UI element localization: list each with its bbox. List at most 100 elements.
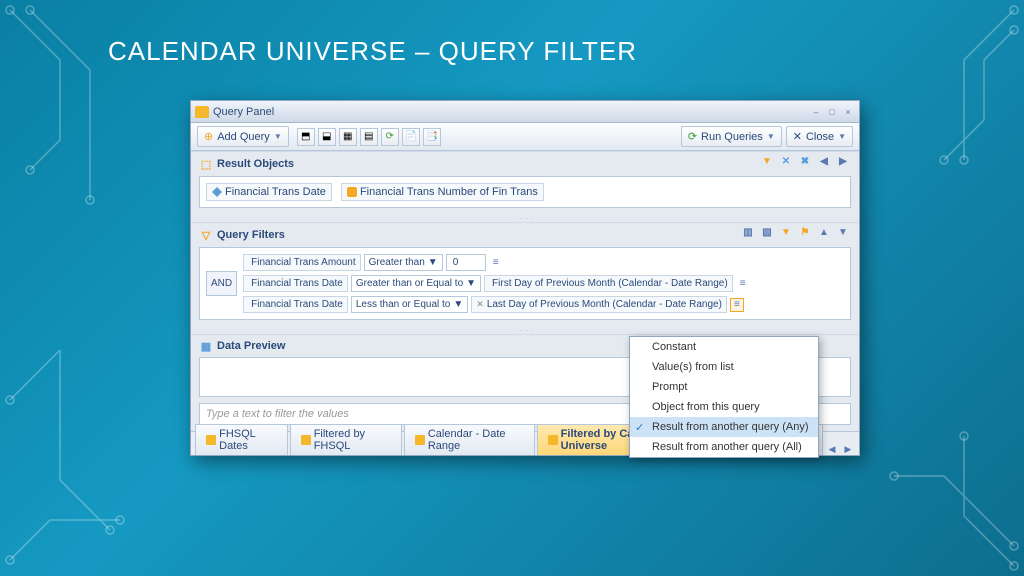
toolbar-icon-6[interactable]: 📄 xyxy=(402,128,420,146)
logical-operator[interactable]: AND xyxy=(206,271,237,296)
result-icon: ⬚ xyxy=(199,157,213,171)
result-object-chip[interactable]: Financial Trans Number of Fin Trans xyxy=(341,183,544,201)
query-panel-window: Query Panel – □ × ⊕ Add Query ▼ ⬒ ⬓ ▦ ▤ … xyxy=(190,100,860,456)
result-objects-label: Result Objects xyxy=(217,158,294,170)
tab-fhsql-dates[interactable]: FHSQL Dates xyxy=(195,424,288,455)
filter-row: Financial Trans Amount Greater than▼ 0 ≡ xyxy=(243,254,844,271)
data-preview-label: Data Preview xyxy=(217,340,285,352)
operand-menu-icon[interactable]: ≡ xyxy=(730,298,744,312)
filter-object-label: Financial Trans Date xyxy=(251,278,343,289)
close-panel-icon: ✕ xyxy=(793,130,802,143)
toolbar-icon-3[interactable]: ▦ xyxy=(339,128,357,146)
tab-icon xyxy=(548,435,558,445)
filter-value-input[interactable]: 0 xyxy=(446,254,486,271)
operand-type-menu: Constant Value(s) from list Prompt Objec… xyxy=(629,336,819,458)
filter-icon[interactable]: ▼ xyxy=(759,156,775,172)
dropdown-arrow-icon: ▼ xyxy=(767,132,775,141)
chip-label: Financial Trans Date xyxy=(225,186,326,198)
tab-calendar-date-range[interactable]: Calendar - Date Range xyxy=(404,424,535,455)
close-label: Close xyxy=(806,131,834,143)
collapse-up-icon[interactable]: ▲ xyxy=(816,227,832,243)
tab-label: Calendar - Date Range xyxy=(428,428,524,452)
query-filters-header: ▽ Query Filters ▥ ▧ ▼ ⚑ ▲ ▼ xyxy=(191,222,859,247)
titlebar: Query Panel – □ × xyxy=(191,101,859,123)
operand-menu-icon[interactable]: ≡ xyxy=(736,277,750,291)
operator-select[interactable]: Less than or Equal to▼ xyxy=(351,296,468,313)
tab-label: FHSQL Dates xyxy=(219,428,276,452)
dropdown-arrow-icon: ▼ xyxy=(453,299,463,310)
toolbar-icon-1[interactable]: ⬒ xyxy=(297,128,315,146)
run-queries-label: Run Queries xyxy=(701,131,763,143)
clear-icon[interactable]: ✕ xyxy=(778,156,794,172)
dropdown-arrow-icon: ▼ xyxy=(838,132,846,141)
dropdown-arrow-icon: ▼ xyxy=(466,278,476,289)
dropdown-arrow-icon: ▼ xyxy=(428,257,438,268)
result-objects-box[interactable]: Financial Trans Date Financial Trans Num… xyxy=(199,176,851,208)
nav-right-icon[interactable]: ▶ xyxy=(835,156,851,172)
filter-value-label: First Day of Previous Month (Calendar - … xyxy=(492,278,728,289)
tab-icon xyxy=(415,435,425,445)
window-controls: – □ × xyxy=(809,105,855,119)
filter-object[interactable]: Financial Trans Amount xyxy=(243,254,361,271)
toolbar-icon-2[interactable]: ⬓ xyxy=(318,128,336,146)
maximize-icon[interactable]: □ xyxy=(825,105,839,119)
menu-item-result-all[interactable]: Result from another query (All) xyxy=(630,437,818,457)
menu-item-result-any[interactable]: Result from another query (Any) xyxy=(630,417,818,437)
tool-icon[interactable]: ⚑ xyxy=(797,227,813,243)
query-filters-label: Query Filters xyxy=(217,229,285,241)
filter-value-result[interactable]: First Day of Previous Month (Calendar - … xyxy=(484,275,733,292)
operator-label: Less than or Equal to xyxy=(356,299,451,310)
operator-select[interactable]: Greater than or Equal to▼ xyxy=(351,275,481,292)
operator-label: Greater than xyxy=(369,257,425,268)
menu-item-values-from-list[interactable]: Value(s) from list xyxy=(630,357,818,377)
refresh-icon: ⟳ xyxy=(688,130,697,143)
toolbar-icon-4[interactable]: ▤ xyxy=(360,128,378,146)
operand-menu-icon[interactable]: ≡ xyxy=(489,256,503,270)
tool-icon[interactable]: ▥ xyxy=(740,227,756,243)
run-queries-button[interactable]: ⟳ Run Queries ▼ xyxy=(681,126,782,147)
tool-icon[interactable]: ▧ xyxy=(759,227,775,243)
filter-section-icon: ▽ xyxy=(199,228,213,242)
filter-object-label: Financial Trans Amount xyxy=(251,257,356,268)
operator-select[interactable]: Greater than▼ xyxy=(364,254,443,271)
preview-icon: ▦ xyxy=(199,339,213,353)
filter-object[interactable]: Financial Trans Date xyxy=(243,275,348,292)
result-object-chip[interactable]: Financial Trans Date xyxy=(206,183,332,201)
nav-left-icon[interactable]: ◀ xyxy=(816,156,832,172)
operator-label: Greater than or Equal to xyxy=(356,278,463,289)
slide-background: CALENDAR UNIVERSE – QUERY FILTER Query P… xyxy=(0,0,1024,576)
add-query-button[interactable]: ⊕ Add Query ▼ xyxy=(197,126,289,147)
delete-icon[interactable]: ✖ xyxy=(797,156,813,172)
tool-icon[interactable]: ▼ xyxy=(778,227,794,243)
tab-filtered-by-fhsql[interactable]: Filtered by FHSQL xyxy=(290,424,402,455)
tab-scroll-left-icon[interactable]: ◀ xyxy=(825,444,839,455)
main-toolbar: ⊕ Add Query ▼ ⬒ ⬓ ▦ ▤ ⟳ 📄 📑 ⟳ Run Querie… xyxy=(191,123,859,151)
menu-item-constant[interactable]: Constant xyxy=(630,337,818,357)
tab-label: Filtered by FHSQL xyxy=(314,428,391,452)
add-icon: ⊕ xyxy=(204,130,213,143)
minimize-icon[interactable]: – xyxy=(809,105,823,119)
tab-icon xyxy=(301,435,311,445)
close-icon[interactable]: × xyxy=(841,105,855,119)
toolbar-icon-7[interactable]: 📑 xyxy=(423,128,441,146)
menu-item-prompt[interactable]: Prompt xyxy=(630,377,818,397)
resize-grip[interactable]: ···· xyxy=(191,326,859,334)
window-title: Query Panel xyxy=(213,106,809,118)
measure-icon xyxy=(347,187,357,197)
filter-object[interactable]: Financial Trans Date xyxy=(243,296,348,313)
filter-row: Financial Trans Date Greater than or Equ… xyxy=(243,275,844,292)
chip-label: Financial Trans Number of Fin Trans xyxy=(360,186,538,198)
result-objects-header: ⬚ Result Objects ▼ ✕ ✖ ◀ ▶ xyxy=(191,151,859,176)
folder-icon xyxy=(195,106,209,118)
remove-icon[interactable]: ✕ xyxy=(476,299,484,310)
close-button[interactable]: ✕ Close ▼ xyxy=(786,126,853,147)
resize-grip[interactable]: ···· xyxy=(191,214,859,222)
toolbar-icon-5[interactable]: ⟳ xyxy=(381,128,399,146)
menu-item-object-from-query[interactable]: Object from this query xyxy=(630,397,818,417)
expand-down-icon[interactable]: ▼ xyxy=(835,227,851,243)
tab-scroll-right-icon[interactable]: ▶ xyxy=(841,444,855,455)
filter-object-label: Financial Trans Date xyxy=(251,299,343,310)
query-filters-box[interactable]: AND Financial Trans Amount Greater than▼… xyxy=(199,247,851,320)
filter-value-result[interactable]: ✕Last Day of Previous Month (Calendar - … xyxy=(471,296,727,313)
toolbar-icon-group: ⬒ ⬓ ▦ ▤ ⟳ 📄 📑 xyxy=(297,128,441,146)
